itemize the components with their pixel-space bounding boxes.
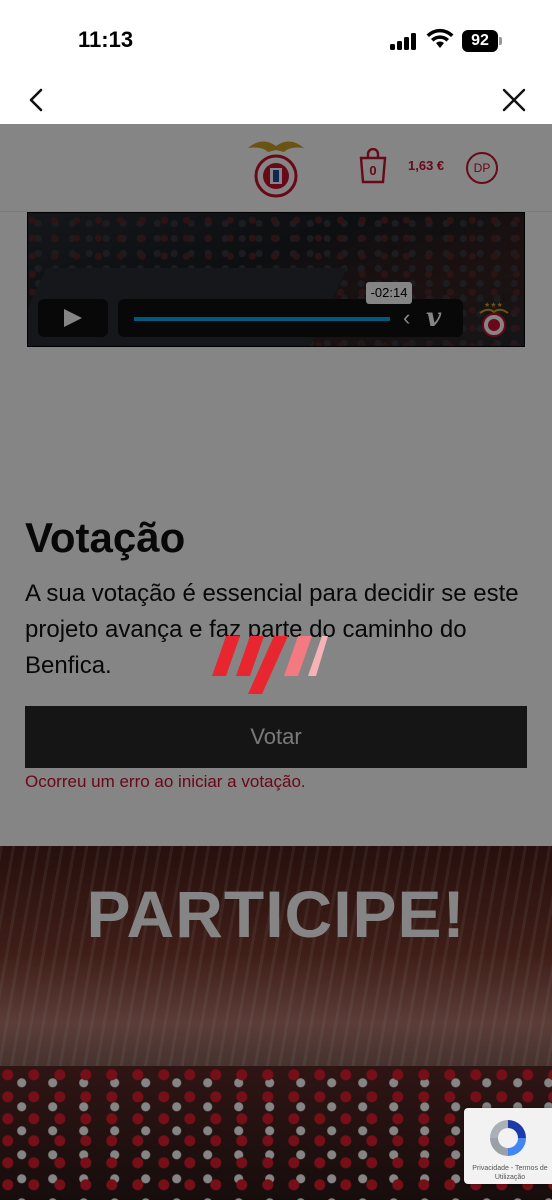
- status-time: 11:13: [78, 27, 134, 52]
- recaptcha-separator: -: [510, 1165, 514, 1172]
- wifi-icon: [426, 28, 454, 48]
- cellular-signal-icon: [390, 32, 418, 50]
- loading-spinner-icon: [212, 636, 328, 694]
- close-icon[interactable]: [496, 82, 532, 118]
- recaptcha-privacy-link[interactable]: Privacidade: [472, 1165, 509, 1172]
- chevron-left-icon[interactable]: [20, 82, 56, 118]
- battery-tip: [499, 37, 502, 45]
- recaptcha-badge[interactable]: Privacidade - Termos de Utilização: [464, 1108, 552, 1184]
- battery-icon: 92: [462, 30, 498, 52]
- recaptcha-icon: [490, 1120, 526, 1156]
- browser-nav-bar: [0, 76, 552, 124]
- status-bar: 11:13 92: [0, 0, 552, 76]
- recaptcha-links[interactable]: Privacidade - Termos de Utilização: [468, 1164, 552, 1182]
